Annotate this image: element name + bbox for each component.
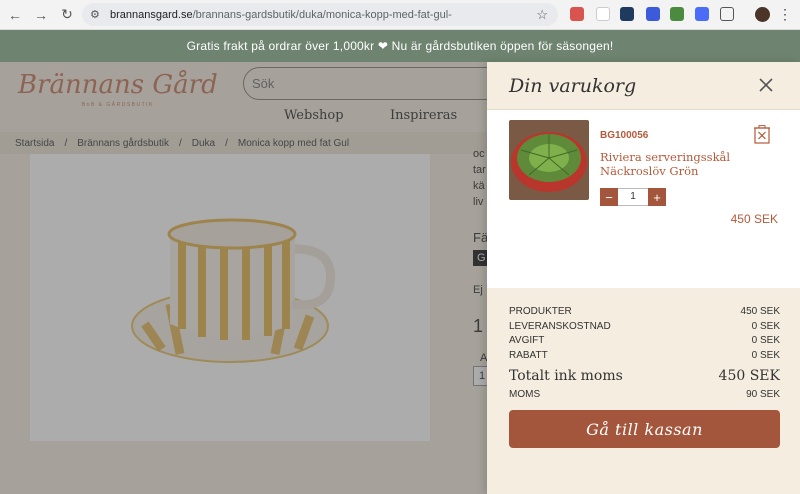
- browser-toolbar: ← → ↻ ⚙ brannansgard.se/brannans-gardsbu…: [0, 0, 800, 30]
- forward-icon[interactable]: →: [28, 2, 54, 28]
- summary-label: PRODUKTER: [509, 305, 572, 317]
- cart-item-image[interactable]: [509, 120, 589, 200]
- extension-icon-1[interactable]: [570, 7, 584, 21]
- address-bar[interactable]: ⚙ brannansgard.se/brannans-gardsbutik/du…: [82, 3, 558, 26]
- announcement-banner: Gratis frakt på ordrar över 1,000kr ❤ Nu…: [0, 30, 800, 62]
- summary-value: 0 SEK: [751, 350, 780, 362]
- extension-icon-2[interactable]: [596, 7, 610, 21]
- total-label: Totalt ink moms: [509, 368, 623, 385]
- quantity-input[interactable]: 1: [618, 188, 648, 206]
- url-host: brannansgard.se: [110, 8, 193, 21]
- total-value: 450 SEK: [718, 368, 780, 385]
- summary-value: 450 SEK: [740, 305, 780, 317]
- bookmark-star-icon[interactable]: ☆: [536, 7, 548, 23]
- summary-label: MOMS: [509, 389, 541, 401]
- summary-label: LEVERANSKOSTNAD: [509, 320, 611, 332]
- cart-items: BG100056 Riviera serveringsskål Näckrosl…: [487, 110, 800, 288]
- cart-item-name[interactable]: Riviera serveringsskål Näckroslöv Grön: [600, 150, 750, 178]
- summary-total: Totalt ink moms 450 SEK: [509, 365, 780, 387]
- checkout-button[interactable]: Gå till kassan: [509, 410, 780, 448]
- summary-shipping: LEVERANSKOSTNAD 0 SEK: [509, 319, 780, 334]
- cart-item-sku: BG100056: [600, 130, 649, 141]
- browser-menu-icon[interactable]: ⋮: [778, 6, 792, 23]
- summary-products: PRODUKTER 450 SEK: [509, 304, 780, 319]
- cart-summary: PRODUKTER 450 SEK LEVERANSKOSTNAD 0 SEK …: [509, 304, 780, 402]
- summary-label: RABATT: [509, 350, 548, 362]
- trash-icon[interactable]: [754, 125, 770, 144]
- increase-qty-button[interactable]: +: [648, 188, 666, 206]
- site-info-icon[interactable]: ⚙: [90, 8, 104, 22]
- extension-icon-3[interactable]: [620, 7, 634, 21]
- quantity-stepper: − 1 +: [600, 188, 666, 206]
- decrease-qty-button[interactable]: −: [600, 188, 618, 206]
- reload-icon[interactable]: ↻: [54, 2, 80, 28]
- url-path: /brannans-gardsbutik/duka/monica-kopp-me…: [192, 8, 452, 21]
- cart-item-price: 450 SEK: [730, 212, 778, 226]
- extension-icon-4[interactable]: [646, 7, 660, 21]
- extension-icon-6[interactable]: [695, 7, 709, 21]
- close-icon[interactable]: [756, 75, 776, 95]
- cart-title: Din varukorg: [509, 74, 637, 97]
- back-icon[interactable]: ←: [2, 2, 28, 28]
- summary-value: 0 SEK: [751, 320, 780, 332]
- profile-avatar[interactable]: [755, 7, 770, 22]
- cart-header: Din varukorg: [487, 62, 800, 110]
- extension-icon-5[interactable]: [670, 7, 684, 21]
- cart-drawer: Din varukorg BG100056 Riviera serverings…: [487, 62, 800, 494]
- summary-vat: MOMS 90 SEK: [509, 387, 780, 402]
- summary-discount: RABATT 0 SEK: [509, 348, 780, 363]
- extensions-puzzle-icon[interactable]: [720, 7, 734, 21]
- summary-value: 90 SEK: [746, 389, 780, 401]
- summary-value: 0 SEK: [751, 335, 780, 347]
- summary-label: AVGIFT: [509, 335, 545, 347]
- summary-fee: AVGIFT 0 SEK: [509, 334, 780, 349]
